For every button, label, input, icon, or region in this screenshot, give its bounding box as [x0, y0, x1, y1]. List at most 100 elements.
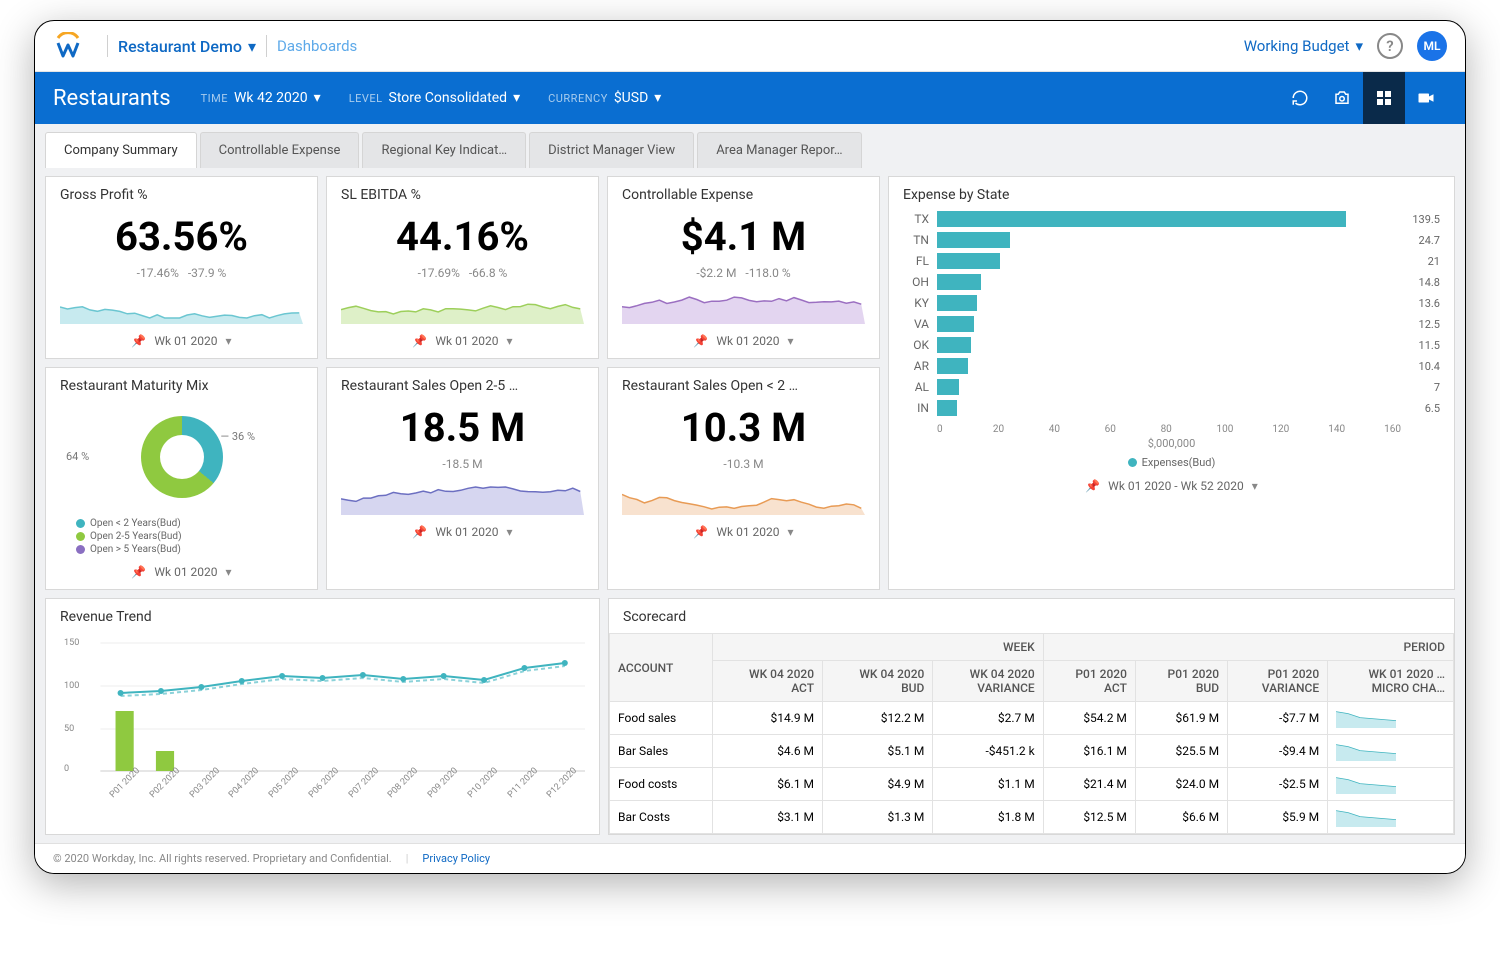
- cell-value: $4.9 M: [823, 768, 933, 801]
- breadcrumb-app[interactable]: Restaurant Demo ▾: [118, 37, 256, 56]
- filter-currency[interactable]: CURRENCY $USD ▾: [548, 90, 661, 106]
- period-selector[interactable]: 📌Wk 01 2020▾: [341, 334, 584, 348]
- hbar-row: AR 10.4: [903, 358, 1440, 374]
- video-icon[interactable]: [1405, 72, 1447, 124]
- hbar: [937, 274, 981, 290]
- cell-value: -$2.5 M: [1228, 768, 1328, 801]
- period-selector[interactable]: 📌Wk 01 2020▾: [622, 334, 865, 348]
- caret-down-icon: ▾: [788, 525, 794, 539]
- cell-account: Food costs: [610, 768, 713, 801]
- cell-value: $21.4 M: [1043, 768, 1135, 801]
- legend-label: Open > 5 Years(Bud): [90, 544, 181, 555]
- svg-text:100: 100: [64, 681, 79, 691]
- filter-time[interactable]: TIME Wk 42 2020 ▾: [201, 90, 321, 106]
- kpi-value: $4.1 M: [622, 213, 865, 260]
- cell-value: $2.7 M: [933, 702, 1043, 735]
- grid-view-icon[interactable]: [1363, 72, 1405, 124]
- period-selector[interactable]: 📌 Wk 01 2020 - Wk 52 2020 ▾: [903, 479, 1440, 493]
- avatar[interactable]: ML: [1417, 31, 1447, 61]
- cell-value: $25.5 M: [1135, 735, 1227, 768]
- caret-down-icon: ▾: [1355, 37, 1363, 55]
- table-row: Bar Sales$4.6 M$5.1 M-$451.2 k$16.1 M$25…: [610, 735, 1454, 768]
- axis-tick: 40: [1049, 424, 1105, 435]
- period-label: Wk 01 2020: [716, 525, 779, 539]
- card-title: Scorecard: [609, 609, 1454, 625]
- period-label: Wk 01 2020 - Wk 52 2020: [1108, 479, 1244, 493]
- hbar-value: 13.6: [1419, 297, 1440, 310]
- working-budget-label: Working Budget: [1244, 37, 1350, 55]
- pin-icon: 📌: [1085, 479, 1100, 493]
- kpi-value: 18.5 M: [341, 404, 584, 451]
- help-icon[interactable]: ?: [1377, 33, 1403, 59]
- col-group-period: PERIOD: [1043, 634, 1453, 661]
- axis-label: $,000,000: [903, 437, 1440, 450]
- period-selector[interactable]: 📌Wk 01 2020▾: [60, 565, 303, 579]
- hbar-row: OH 14.8: [903, 274, 1440, 290]
- camera-icon[interactable]: [1321, 72, 1363, 124]
- cell-account: Bar Costs: [610, 801, 713, 834]
- filter-currency-value: $USD: [614, 90, 648, 106]
- period-selector[interactable]: 📌Wk 01 2020▾: [622, 525, 865, 539]
- card-kpi: Gross Profit % 63.56% -17.46% -37.9 % 📌W…: [45, 176, 318, 359]
- breadcrumb-page[interactable]: Dashboards: [277, 37, 357, 55]
- svg-text:50: 50: [64, 724, 74, 734]
- pin-icon: 📌: [131, 334, 146, 348]
- pin-icon: 📌: [131, 565, 146, 579]
- period-selector[interactable]: 📌Wk 01 2020▾: [60, 334, 303, 348]
- card-maturity-mix: Restaurant Maturity Mix 64 % — 36 % Open…: [45, 367, 318, 590]
- kpi-value: 44.16%: [341, 213, 584, 260]
- kpi-deltas: -$2.2 M -118.0 %: [622, 266, 865, 280]
- cell-value: $5.1 M: [823, 735, 933, 768]
- filter-time-value: Wk 42 2020: [234, 90, 308, 106]
- tab-controllable-expense[interactable]: Controllable Expense: [200, 132, 360, 168]
- hbar-value: 21: [1428, 255, 1440, 268]
- donut-callout-right: — 36 %: [221, 430, 255, 443]
- hbar-row: TN 24.7: [903, 232, 1440, 248]
- col-header: P01 2020BUD: [1135, 661, 1227, 702]
- hbar-label: OH: [903, 275, 929, 289]
- tab-company-summary[interactable]: Company Summary: [45, 132, 197, 168]
- col-header: P01 2020ACT: [1043, 661, 1135, 702]
- hbar: [937, 358, 968, 374]
- refresh-icon[interactable]: [1279, 72, 1321, 124]
- axis-tick: 60: [1105, 424, 1161, 435]
- hbar-label: VA: [903, 317, 929, 331]
- hbar: [937, 316, 974, 332]
- period-selector[interactable]: 📌Wk 01 2020▾: [341, 525, 584, 539]
- svg-text:150: 150: [64, 638, 79, 648]
- caret-down-icon: ▾: [788, 334, 794, 348]
- card-scorecard: Scorecard ACCOUNT WEEK PERIOD WK 04 2020…: [608, 598, 1455, 835]
- card-kpi: Restaurant Sales Open 2-5 … 18.5 M -18.5…: [326, 367, 599, 590]
- legend: Expenses(Bud): [903, 456, 1440, 469]
- svg-text:0: 0: [64, 764, 69, 773]
- col-header-account: ACCOUNT: [610, 634, 713, 702]
- hbar-label: FL: [903, 254, 929, 268]
- hbar-value: 11.5: [1419, 339, 1440, 352]
- card-title: Revenue Trend: [60, 609, 585, 625]
- filter-currency-label: CURRENCY: [548, 92, 608, 105]
- hbar-label: KY: [903, 296, 929, 310]
- pin-icon: 📌: [412, 334, 427, 348]
- tab-area-manager-repor[interactable]: Area Manager Repor…: [697, 132, 861, 168]
- caret-down-icon: ▾: [226, 334, 232, 348]
- privacy-link[interactable]: Privacy Policy: [422, 852, 490, 865]
- card-title: Restaurant Maturity Mix: [60, 378, 303, 394]
- card-revenue-trend: Revenue Trend 150 100 50 0 $,000,000: [45, 598, 600, 835]
- cell-account: Food sales: [610, 702, 713, 735]
- cell-value: $1.1 M: [933, 768, 1043, 801]
- legend-dot-icon: [76, 532, 85, 541]
- cell-value: $6.6 M: [1135, 801, 1227, 834]
- cell-value: $1.3 M: [823, 801, 933, 834]
- period-label: Wk 01 2020: [435, 525, 498, 539]
- hbar-label: IN: [903, 401, 929, 415]
- col-header: WK 01 2020 …MICRO CHA…: [1328, 661, 1454, 702]
- page-title: Restaurants: [53, 86, 171, 111]
- tab-district-manager-view[interactable]: District Manager View: [529, 132, 694, 168]
- working-budget-dropdown[interactable]: Working Budget ▾: [1244, 37, 1363, 55]
- filter-level[interactable]: LEVEL Store Consolidated ▾: [349, 90, 520, 106]
- axis-tick: 0: [937, 424, 993, 435]
- page-filter-bar: Restaurants TIME Wk 42 2020 ▾ LEVEL Stor…: [35, 72, 1465, 124]
- tab-regional-key-indicat[interactable]: Regional Key Indicat…: [362, 132, 526, 168]
- cell-value: $5.9 M: [1228, 801, 1328, 834]
- cell-value: $54.2 M: [1043, 702, 1135, 735]
